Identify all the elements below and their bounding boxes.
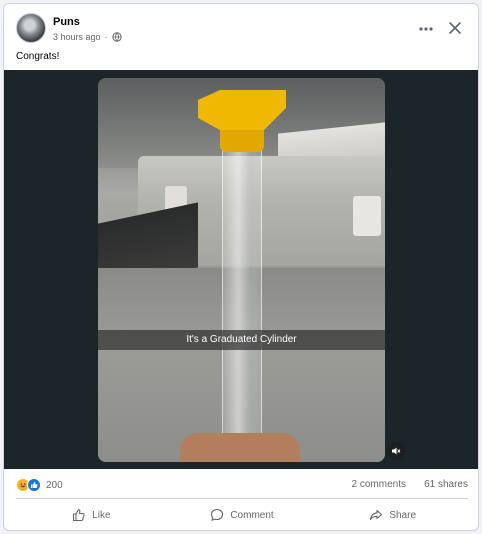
like-button[interactable]: Like — [16, 502, 167, 528]
divider — [16, 498, 468, 499]
comment-button[interactable]: Comment — [167, 502, 318, 528]
video-player[interactable]: It's a Graduated Cylinder — [4, 70, 478, 469]
comment-label: Comment — [230, 509, 274, 521]
post-meta: 3 hours ago · — [53, 32, 122, 42]
post-header: Puns 3 hours ago · — [16, 13, 468, 47]
shares-count[interactable]: 61 shares — [424, 479, 468, 490]
comment-icon — [211, 508, 224, 521]
post-stats: 200 2 comments 61 shares — [16, 476, 468, 494]
share-button[interactable]: Share — [317, 502, 468, 528]
share-icon — [370, 509, 383, 521]
video-frame[interactable]: It's a Graduated Cylinder — [98, 78, 385, 462]
more-options-icon[interactable] — [416, 19, 436, 39]
close-icon[interactable] — [444, 17, 466, 39]
video-overlay-text: It's a Graduated Cylinder — [98, 330, 385, 350]
globe-icon[interactable] — [111, 32, 122, 42]
post-caption: Congrats! — [16, 51, 60, 62]
muted-speaker-icon[interactable] — [387, 442, 405, 460]
like-icon — [27, 478, 41, 492]
share-label: Share — [389, 509, 417, 521]
reactions-summary[interactable]: 200 — [16, 478, 63, 492]
like-label: Like — [92, 509, 111, 521]
thumbs-up-icon — [73, 508, 85, 522]
comments-count[interactable]: 2 comments — [352, 479, 406, 490]
post-actions: Like Comment Share — [16, 502, 468, 528]
reaction-count: 200 — [46, 479, 63, 491]
graduated-cylinder — [222, 146, 262, 446]
post-time[interactable]: 3 hours ago — [53, 32, 101, 42]
author-name[interactable]: Puns — [53, 16, 80, 28]
post-card: Puns 3 hours ago · Congrats! It's a Grad… — [3, 3, 479, 531]
avatar[interactable] — [16, 13, 46, 43]
